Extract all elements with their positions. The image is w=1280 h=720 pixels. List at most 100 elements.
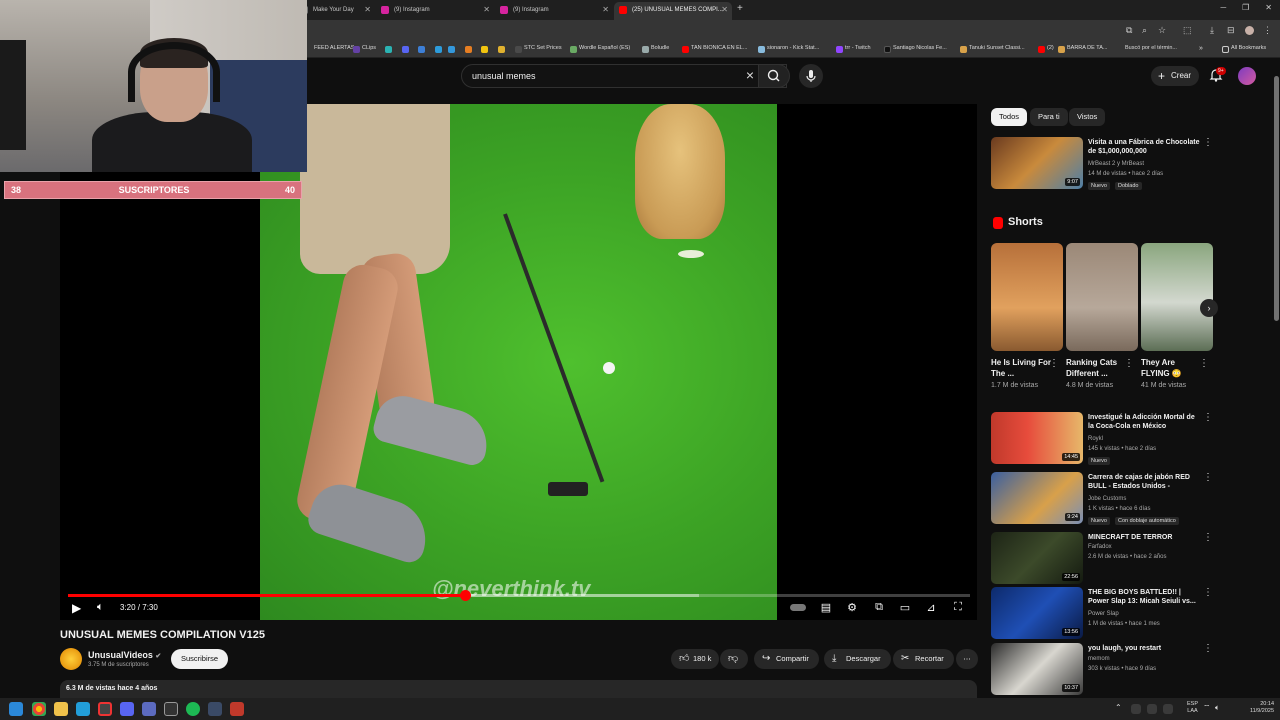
close-tab-icon[interactable]: ✕ xyxy=(364,2,371,18)
search-box[interactable]: unusual memes × xyxy=(461,64,787,88)
discord-icon[interactable] xyxy=(120,702,134,716)
tray-icon[interactable] xyxy=(1131,704,1141,714)
play-button[interactable]: ▶ xyxy=(72,601,81,615)
more-icon[interactable]: ⋮ xyxy=(1199,358,1209,369)
browser-tab[interactable]: (9) Instagram ✕ xyxy=(495,2,613,20)
download-icon[interactable]: ⤓ xyxy=(1210,26,1219,35)
bookmark-item[interactable]: STC Set Prices xyxy=(515,45,562,53)
subscribe-button[interactable]: Suscribirse xyxy=(171,649,228,669)
network-icon[interactable]: ⌔ xyxy=(1203,703,1211,713)
channel-avatar[interactable] xyxy=(60,648,82,670)
file-explorer-icon[interactable] xyxy=(54,702,68,716)
account-avatar[interactable] xyxy=(1238,67,1256,85)
autoplay-toggle[interactable] xyxy=(789,601,807,615)
scrollbar-thumb[interactable] xyxy=(1274,76,1279,321)
more-bookmarks-icon[interactable]: » xyxy=(1199,45,1203,52)
system-clock[interactable]: 20:14 11/9/2025 xyxy=(1250,701,1274,715)
cast-button[interactable]: ⊿ xyxy=(924,601,938,615)
bookmark-item[interactable]: Santiago Nicolas Fe... xyxy=(884,45,947,53)
bookmark-item[interactable]: Buscó por el términ... xyxy=(1116,45,1177,51)
obs-icon[interactable] xyxy=(98,702,112,716)
app-icon[interactable] xyxy=(230,702,244,716)
progress-scrubber[interactable] xyxy=(459,590,471,601)
new-tab-button[interactable]: + xyxy=(737,3,743,14)
more-icon[interactable]: ⋮ xyxy=(1203,643,1213,654)
miniplayer-button[interactable]: ⧉ xyxy=(872,601,886,615)
tray-chevron-icon[interactable]: ⌃ xyxy=(1115,703,1122,712)
close-tab-icon[interactable]: ✕ xyxy=(602,2,609,18)
share-button[interactable]: ↪ Compartir xyxy=(754,649,819,669)
tray-icon[interactable] xyxy=(1163,704,1173,714)
bookmark-item[interactable]: Boludle xyxy=(642,45,669,53)
video-thumbnail[interactable]: 9:24 xyxy=(991,472,1083,524)
short-thumbnail[interactable] xyxy=(1141,243,1213,351)
bookmark-item[interactable]: trr - Twitch xyxy=(836,45,871,53)
browser-tab-active[interactable]: (25) UNUSUAL MEMES COMPI... ✕ xyxy=(614,2,732,20)
video-thumbnail[interactable]: 9:07 xyxy=(991,137,1083,189)
windows-start-icon[interactable] xyxy=(9,702,23,716)
description-box[interactable]: 6.3 M de vistas hace 4 años xyxy=(60,680,977,700)
list-item[interactable]: 10:37 you laugh, you restart memom 303 k… xyxy=(991,643,1213,697)
progress-bar[interactable] xyxy=(68,590,970,601)
app-icon[interactable] xyxy=(142,702,156,716)
video-thumbnail[interactable]: 22:56 xyxy=(991,532,1083,584)
page-scrollbar[interactable] xyxy=(1273,58,1280,698)
chip-todos[interactable]: Todos xyxy=(991,108,1028,126)
spotify-icon[interactable] xyxy=(186,702,200,716)
bookmark-item[interactable]: sionaron - Kick Stat... xyxy=(758,45,819,53)
chrome-icon[interactable] xyxy=(32,702,46,716)
list-item[interactable]: 14:45 Investigué la Adicción Mortal de l… xyxy=(991,412,1213,468)
shorts-next-button[interactable]: › xyxy=(1200,299,1218,317)
channel-name[interactable]: UnusualVideos ✔ xyxy=(88,650,161,660)
telegram-icon[interactable] xyxy=(76,702,90,716)
tray-icon[interactable] xyxy=(1147,704,1157,714)
search-input[interactable]: unusual memes xyxy=(472,71,536,81)
close-tab-icon[interactable]: ✕ xyxy=(721,2,728,18)
volume-button[interactable]: 🔈︎ xyxy=(97,601,104,614)
list-item[interactable]: 22:56 MINECRAFT DE TERROR Farfadox 2.6 M… xyxy=(991,532,1213,588)
short-title[interactable]: He Is Living For The ... xyxy=(991,357,1051,379)
bookmark-item[interactable]: (2) xyxy=(1038,45,1054,53)
more-icon[interactable]: ⋮ xyxy=(1203,587,1213,598)
browser-tab[interactable]: (9) Instagram ✕ xyxy=(376,2,494,20)
bookmark-item[interactable]: FEED ALERTAS xyxy=(305,45,354,51)
extensions-icon[interactable]: ⬚ xyxy=(1183,26,1192,35)
bookmark-item[interactable]: Tanuki Sunset Classi... xyxy=(960,45,1025,53)
video-thumbnail[interactable]: 10:37 xyxy=(991,643,1083,695)
short-thumbnail[interactable] xyxy=(1066,243,1138,351)
search-button[interactable] xyxy=(758,64,790,88)
input-language[interactable]: ESP LAA xyxy=(1187,701,1198,715)
short-title[interactable]: Ranking Cats Different ... xyxy=(1066,357,1126,379)
create-button[interactable]: + Crear xyxy=(1151,66,1199,86)
notepad-icon[interactable] xyxy=(164,702,178,716)
zoom-icon[interactable]: ⌕ xyxy=(1142,26,1151,35)
close-window-icon[interactable]: ✕ xyxy=(1265,3,1272,12)
minimize-icon[interactable]: ─ xyxy=(1220,3,1226,12)
list-item[interactable]: 13:56 THE BIG BOYS BATTLED!! | Power Sla… xyxy=(991,587,1213,643)
clear-search-icon[interactable]: × xyxy=(746,67,754,83)
maximize-icon[interactable]: ❐ xyxy=(1242,3,1249,12)
close-tab-icon[interactable]: ✕ xyxy=(483,2,490,18)
short-title[interactable]: They Are FLYING 😳 xyxy=(1141,357,1201,379)
more-icon[interactable]: ⋮ xyxy=(1124,358,1134,369)
profile-avatar[interactable] xyxy=(1245,26,1254,35)
subtitles-button[interactable]: ▤ xyxy=(819,601,833,615)
bookmark-star-icon[interactable]: ☆ xyxy=(1158,26,1167,35)
bookmark-item[interactable]: BARRA DE TA... xyxy=(1058,45,1107,53)
clip-button[interactable]: ✂ Recortar xyxy=(893,649,954,669)
volume-icon[interactable]: 🔈︎ xyxy=(1215,703,1220,713)
bookmark-item[interactable]: TAN BIONICA EN EL... xyxy=(682,45,747,53)
voice-search-button[interactable] xyxy=(799,64,823,88)
install-icon[interactable]: ⧉ xyxy=(1126,26,1135,35)
more-icon[interactable]: ⋮ xyxy=(1203,532,1213,543)
list-item[interactable]: 9:07 Visita a una Fábrica de Chocolate d… xyxy=(991,137,1213,193)
short-thumbnail[interactable] xyxy=(991,243,1063,351)
list-item[interactable]: 9:24 Carrera de cajas de jabón RED BULL … xyxy=(991,472,1213,528)
chip-para-ti[interactable]: Para ti xyxy=(1030,108,1068,126)
chip-vistos[interactable]: Vistos xyxy=(1069,108,1106,126)
settings-button[interactable]: ⚙ xyxy=(845,601,859,615)
bookmark-item[interactable]: CLips xyxy=(353,45,376,53)
download-button[interactable]: ⤓ Descargar xyxy=(824,649,891,669)
browser-tab[interactable]: Make Your Day ✕ xyxy=(295,2,375,20)
more-actions-button[interactable]: ⋯ xyxy=(956,649,978,669)
